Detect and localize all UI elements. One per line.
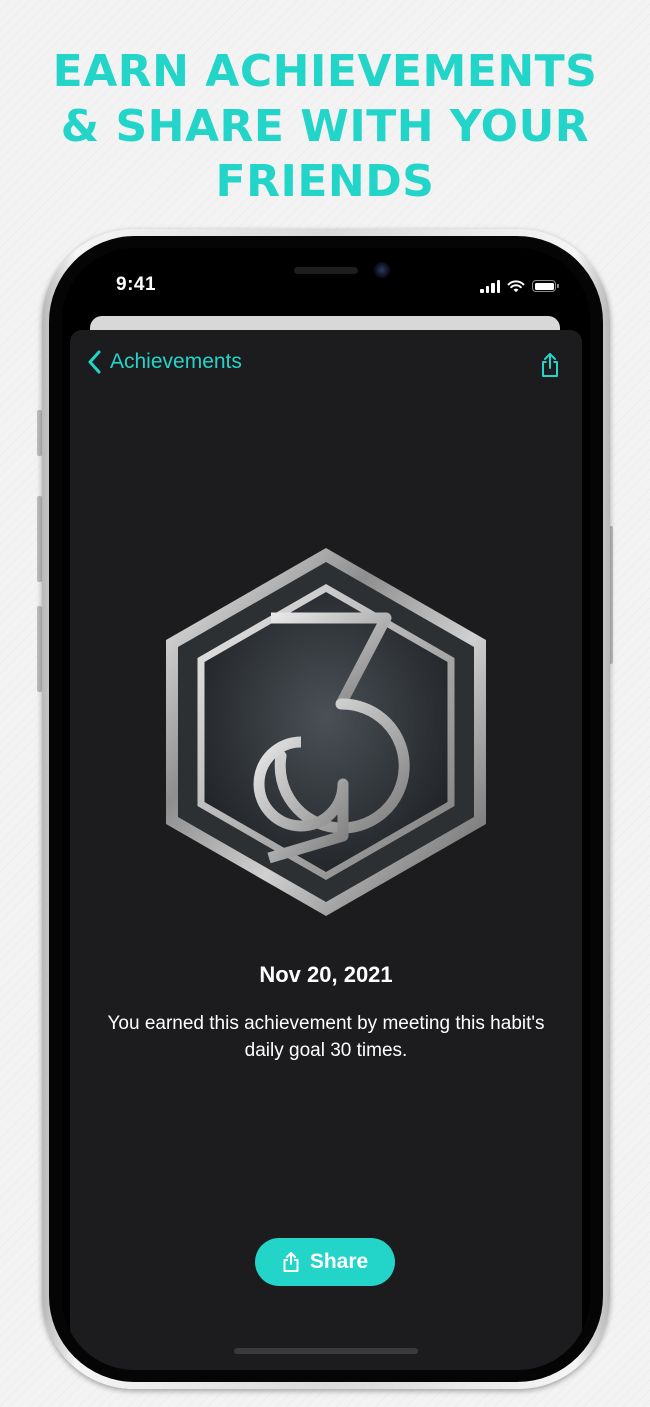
nav-share-button[interactable] — [540, 352, 560, 383]
status-time: 9:41 — [116, 274, 157, 295]
battery-icon — [532, 280, 559, 292]
headline-line-3: FRIENDS — [215, 156, 435, 207]
marketing-headline: EARN ACHIEVEMENTS & SHARE WITH YOUR FRIE… — [0, 44, 650, 209]
front-camera — [374, 262, 390, 278]
earpiece-speaker — [294, 267, 358, 274]
share-icon — [542, 353, 558, 377]
status-icons — [480, 278, 559, 294]
back-button-label: Achievements — [110, 350, 242, 373]
wifi-icon — [507, 280, 525, 293]
headline-line-2: & SHARE WITH YOUR — [60, 101, 590, 152]
share-button-label: Share — [309, 1250, 369, 1273]
chevron-left-icon — [88, 350, 101, 374]
achievement-date: Nov 20, 2021 — [259, 962, 393, 987]
back-button[interactable]: Achievements — [88, 350, 242, 374]
cellular-signal-icon — [480, 279, 500, 293]
headline-line-1: EARN ACHIEVEMENTS — [52, 46, 598, 97]
achievement-description: You earned this achievement by meeting t… — [107, 1013, 545, 1061]
achievement-sheet: Achievements Nov 20, 2021 You earned thi… — [70, 330, 582, 1370]
home-indicator — [234, 1348, 418, 1354]
phone-screen: 9:41 Achievements Nov 20, 2021 You earne… — [62, 248, 590, 1370]
share-icon — [283, 1252, 299, 1272]
hexagon-30-badge-icon — [166, 548, 486, 916]
share-button[interactable]: Share — [255, 1238, 395, 1286]
